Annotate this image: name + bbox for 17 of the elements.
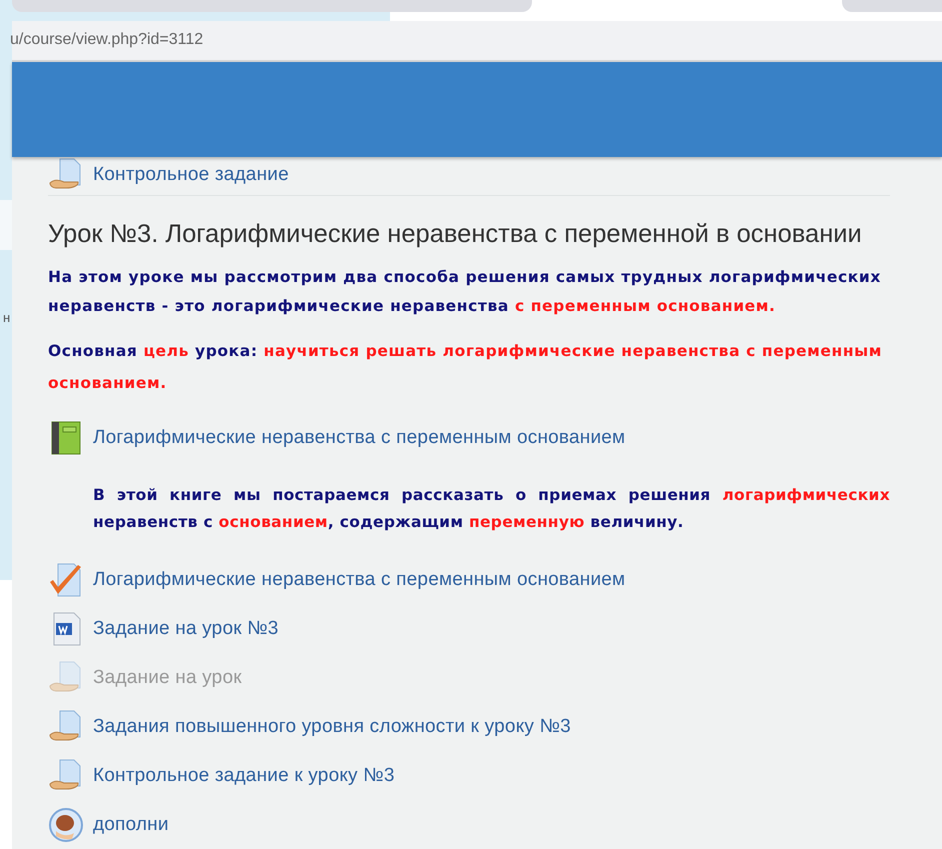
section-paragraph: На этом уроке мы рассмотрим два способа решения самых трудных логарифмических неравенств - это логарифмические неравенства с переменным основанием.: [48, 267, 882, 317]
section-paragraph: Основная цель урока: научиться решать логарифмические неравенства с переменным основанием.: [48, 341, 884, 394]
hand-circle-icon: [48, 806, 84, 842]
background-window-text: н: [3, 310, 12, 326]
activity-link[interactable]: Логарифмические неравенства с переменным основанием: [93, 568, 626, 590]
activity-description: В этой книге мы постараемся рассказать о приемах решения логарифмических неравенств с основанием, содержащим переменную величину.: [93, 485, 890, 533]
browser-tab[interactable]: [842, 0, 942, 12]
activity-link[interactable]: Задание на урок №3: [93, 618, 279, 640]
activity-link[interactable]: Контрольное задание к уроку №3: [93, 764, 395, 786]
section-title: Урок №3. Логарифмические неравенства с переменной в основании: [48, 220, 863, 249]
activity-link[interactable]: Логарифмические неравенства с переменным основанием: [93, 426, 626, 448]
checkmark-document-icon: [48, 562, 84, 598]
url-text: u/course/view.php?id=3112: [10, 31, 204, 50]
activity-link[interactable]: Задания повышенного уровня сложности к уроку №3: [93, 716, 571, 738]
activity-link[interactable]: Контрольное задание: [93, 164, 289, 186]
browser-tab[interactable]: [12, 0, 532, 12]
activity-link[interactable]: дополни: [93, 814, 169, 836]
